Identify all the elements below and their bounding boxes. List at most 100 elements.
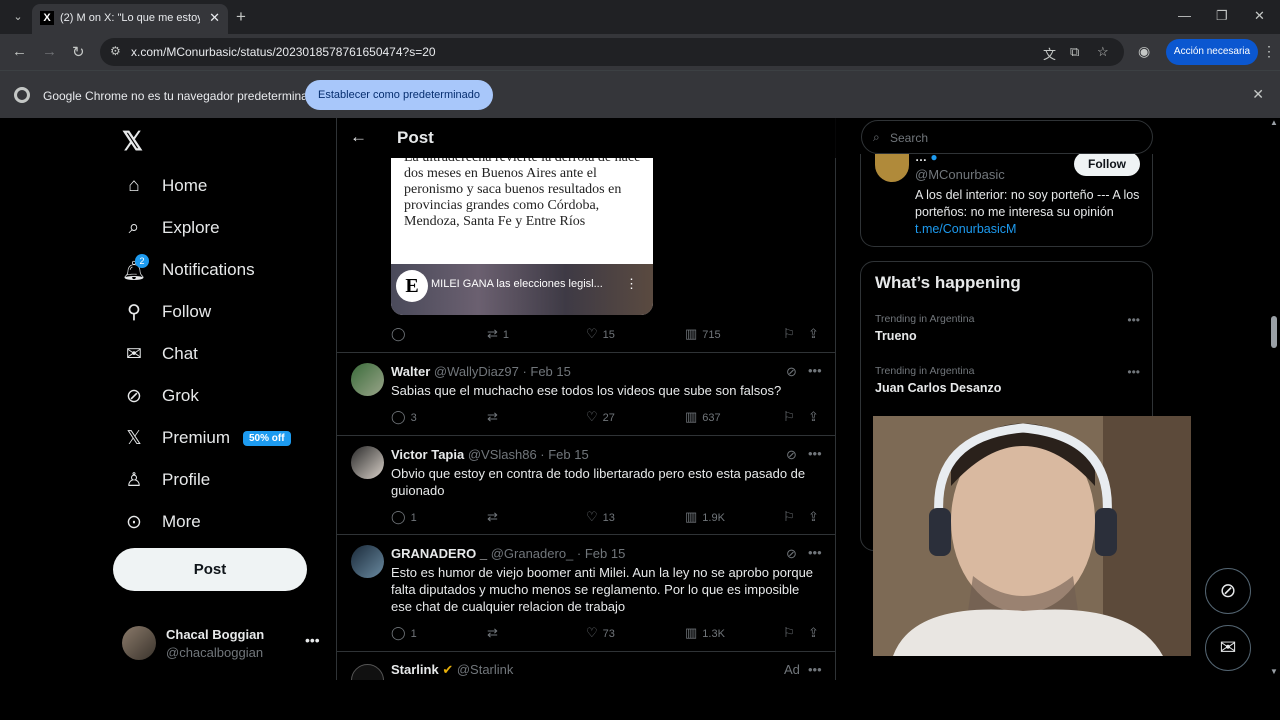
post-header: ← Post xyxy=(337,118,836,158)
webcam-person-image xyxy=(873,416,1191,656)
like-button[interactable]: ♡ 27 xyxy=(586,409,615,425)
more-dots-icon[interactable]: ••• xyxy=(808,446,822,461)
page-scrollbar[interactable]: ▲ ▼ xyxy=(1268,118,1280,680)
more-dots-icon[interactable]: ••• xyxy=(808,363,822,378)
bookmark-icon[interactable]: ⚐ xyxy=(783,509,800,525)
nav-chat-label: Chat xyxy=(162,344,198,363)
repost-button[interactable]: ⇄ xyxy=(487,409,503,425)
premium-discount-badge: 50% off xyxy=(243,431,291,446)
ad-tweet[interactable]: Starlink ✔ @Starlink Ad ••• xyxy=(337,652,836,680)
trend-context: Trending in Argentina xyxy=(875,365,975,377)
reply-icon: ◯ xyxy=(391,625,406,640)
reply-button[interactable]: ◯ 3 xyxy=(391,409,417,425)
more-dots-icon[interactable]: ••• xyxy=(808,662,822,677)
follow-button[interactable]: Follow xyxy=(1074,152,1140,176)
forward-icon[interactable]: → xyxy=(42,43,57,60)
reply-tweet[interactable]: Walter @WallyDiaz97 · Feb 15 ⊘ ••• Sabia… xyxy=(337,353,836,435)
browser-toolbar: ← → ↻ ⚙ x.com/MConurbasic/status/2023018… xyxy=(0,34,1280,70)
reply-header: Victor Tapia @VSlash86 · Feb 15 xyxy=(391,447,589,462)
site-info-icon[interactable]: ⚙ xyxy=(110,44,121,58)
views-button[interactable]: ▥ 1.3K xyxy=(685,625,725,641)
repost-icon: ⇄ xyxy=(487,625,498,640)
reply-tweet[interactable]: GRANADERO _ @Granadero_ · Feb 15 ⊘ ••• E… xyxy=(337,535,836,651)
default-browser-infobar: Google Chrome no es tu navegador predete… xyxy=(0,70,1280,118)
grok-fab-icon[interactable]: ⊘ xyxy=(1205,568,1251,614)
address-bar[interactable]: ⚙ x.com/MConurbasic/status/2023018578761… xyxy=(100,38,1124,66)
scroll-down-icon[interactable]: ▼ xyxy=(1270,667,1278,676)
scrollbar-thumb[interactable] xyxy=(1271,316,1277,348)
views-button[interactable]: ▥ 715 xyxy=(685,326,721,342)
reply-button[interactable]: ◯ xyxy=(391,326,411,342)
account-handle: @chacalboggian xyxy=(166,645,264,660)
grok-icon[interactable]: ⊘ xyxy=(786,364,797,380)
bio-link[interactable]: t.me/ConurbasicM xyxy=(915,222,1016,236)
bookmark-icon[interactable]: ⚐ xyxy=(783,409,800,425)
more-dots-icon[interactable]: ••• xyxy=(1127,313,1140,327)
x-page: 𝕏 ⌂ Home ⌕ Explore 🔔︎ 2 Notifications ⚲ … xyxy=(0,118,1280,680)
close-tab-icon[interactable]: ✕ xyxy=(209,10,220,26)
like-button[interactable]: ♡ 73 xyxy=(586,625,615,641)
person-icon: ♙ xyxy=(125,470,143,491)
search-input[interactable]: ⌕ Search xyxy=(861,120,1153,154)
post-button[interactable]: Post xyxy=(113,548,307,591)
like-button[interactable]: ♡ 13 xyxy=(586,509,615,525)
translate-icon[interactable]: 文 xyxy=(1043,44,1056,63)
share-icon[interactable]: ⇪ xyxy=(808,509,824,525)
chrome-menu-icon[interactable]: ⋮ xyxy=(1262,43,1276,60)
panel-title: What’s happening xyxy=(875,273,1021,292)
trend-item[interactable]: Trending in Argentina Trueno ••• xyxy=(875,313,1140,343)
back-arrow-icon[interactable]: ← xyxy=(350,127,367,147)
video-title: MILEI GANA las elecciones legisl... xyxy=(431,278,603,290)
more-dots-icon[interactable]: ••• xyxy=(808,545,822,560)
trend-item[interactable]: Trending in Argentina Juan Carlos Desanz… xyxy=(875,365,1140,395)
window-close-icon[interactable]: ✕ xyxy=(1254,8,1265,24)
back-icon[interactable]: ← xyxy=(12,43,27,60)
action-required-button[interactable]: Acción necesaria xyxy=(1166,39,1258,65)
infobar-close-icon[interactable]: ✕ xyxy=(1252,86,1264,103)
messages-fab-icon[interactable]: ✉ xyxy=(1205,625,1251,671)
video-embed[interactable]: E MILEI GANA las elecciones legisl... ⋮ xyxy=(391,264,653,315)
repost-button[interactable]: ⇄ xyxy=(487,509,503,525)
share-icon[interactable]: ⇪ xyxy=(808,409,824,425)
reply-button[interactable]: ◯ 1 xyxy=(391,509,417,525)
video-menu-icon[interactable]: ⋮ xyxy=(625,276,638,292)
browser-tab[interactable]: X (2) M on X: "Lo que me estoy di ✕ xyxy=(32,4,228,34)
reply-icon: ◯ xyxy=(391,326,406,341)
grok-icon[interactable]: ⊘ xyxy=(786,447,797,463)
share-icon[interactable]: ⇪ xyxy=(808,326,824,342)
account-switcher[interactable]: Chacal Boggian @chacalboggian ••• xyxy=(122,624,322,664)
new-tab-icon[interactable]: + xyxy=(236,7,246,27)
reply-button[interactable]: ◯ 1 xyxy=(391,625,417,641)
ad-label: Ad xyxy=(784,662,800,677)
article-card[interactable]: La ultraderecha revierte la derrota de h… xyxy=(391,158,653,315)
reply-tweet[interactable]: Victor Tapia @VSlash86 · Feb 15 ⊘ ••• Ob… xyxy=(337,436,836,534)
repost-button[interactable]: ⇄ xyxy=(487,625,503,641)
set-default-button[interactable]: Establecer como predeterminado xyxy=(305,80,494,110)
bookmark-icon[interactable]: ⚐ xyxy=(783,625,800,641)
reload-icon[interactable]: ↻ xyxy=(72,43,85,61)
nav-home-label: Home xyxy=(162,176,208,195)
like-button[interactable]: ♡ 15 xyxy=(586,326,615,342)
views-button[interactable]: ▥ 1.9K xyxy=(685,509,725,525)
share-icon[interactable]: ⇪ xyxy=(808,625,824,641)
profile-handle: @MConurbasic xyxy=(915,167,1005,182)
more-dots-icon[interactable]: ••• xyxy=(305,632,320,648)
tab-search-icon[interactable]: ⌄ xyxy=(8,7,28,27)
reply-icon: ◯ xyxy=(391,409,406,424)
main-column: La ultraderecha revierte la derrota de h… xyxy=(336,118,836,680)
restore-icon[interactable]: ❐ xyxy=(1216,8,1228,24)
avatar xyxy=(351,446,384,479)
nav-explore-label: Explore xyxy=(162,218,220,237)
more-dots-icon[interactable]: ••• xyxy=(1127,365,1140,379)
install-app-icon[interactable]: ⧉ xyxy=(1070,44,1079,60)
views-button[interactable]: ▥ 637 xyxy=(685,409,721,425)
grok-icon[interactable]: ⊘ xyxy=(786,546,797,562)
bookmark-star-icon[interactable]: ☆ xyxy=(1097,44,1109,60)
profile-icon[interactable]: ◉ xyxy=(1138,43,1150,60)
scroll-up-icon[interactable]: ▲ xyxy=(1270,118,1278,127)
follow-icon: ⚲ xyxy=(127,302,141,323)
x-logo-icon[interactable]: 𝕏 xyxy=(122,126,143,157)
bookmark-icon[interactable]: ⚐ xyxy=(783,326,800,342)
minimize-icon[interactable]: — xyxy=(1178,8,1191,23)
repost-button[interactable]: ⇄ 1 xyxy=(487,326,509,342)
